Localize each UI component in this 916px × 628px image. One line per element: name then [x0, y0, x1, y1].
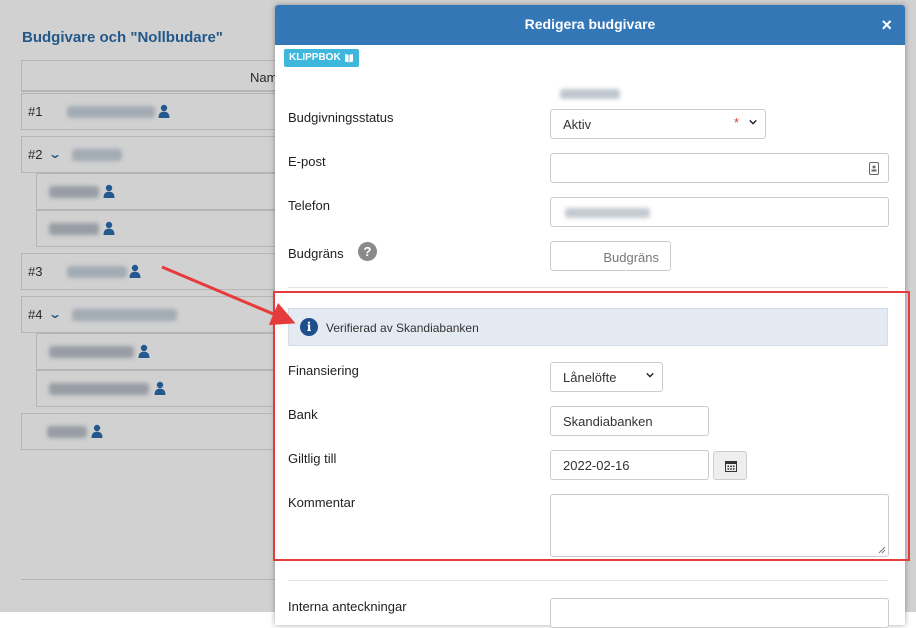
edit-bidder-modal: Redigera budgivare × KLIPPBOK Budgivning…: [275, 5, 905, 628]
question-icon[interactable]: ?: [358, 242, 377, 261]
chevron-down-icon: [749, 119, 757, 125]
valid-until-field[interactable]: 2022-02-16: [550, 450, 709, 480]
verification-text: Verifierad av Skandiabanken: [326, 321, 479, 335]
financing-label: Finansiering: [288, 363, 359, 378]
calendar-icon: [725, 461, 737, 472]
bid-limit-label: Budgräns: [288, 246, 344, 261]
email-field[interactable]: [550, 153, 889, 183]
valid-until-label: Giltlig till: [288, 451, 337, 466]
required-marker: *: [733, 115, 739, 130]
phone-label: Telefon: [288, 198, 330, 213]
financing-value: Lånelöfte: [563, 370, 617, 385]
blurred-bidder-name: [560, 89, 620, 99]
calendar-button[interactable]: [713, 451, 747, 480]
contact-card-icon[interactable]: [869, 162, 879, 175]
blurred-phone: [565, 208, 650, 218]
financing-select[interactable]: Lånelöfte: [550, 362, 663, 392]
resize-handle[interactable]: [878, 546, 886, 554]
modal-title: Redigera budgivare: [524, 16, 656, 32]
bank-field[interactable]: Skandiabanken: [550, 406, 709, 436]
bid-limit-field[interactable]: Budgräns: [550, 241, 671, 271]
close-icon[interactable]: ×: [881, 15, 892, 35]
bank-value: Skandiabanken: [563, 414, 653, 429]
modal-header: Redigera budgivare ×: [275, 5, 905, 45]
clipboard-button[interactable]: KLIPPBOK: [284, 49, 359, 67]
comment-label: Kommentar: [288, 495, 356, 510]
phone-field[interactable]: [550, 197, 889, 227]
chevron-down-icon: [646, 372, 654, 378]
status-value: Aktiv: [563, 117, 592, 132]
status-label: Budgivningsstatus: [288, 110, 394, 125]
divider: [288, 580, 888, 581]
comment-textarea[interactable]: [550, 494, 889, 557]
valid-until-value: 2022-02-16: [563, 458, 630, 473]
divider: [288, 287, 888, 288]
bank-label: Bank: [288, 407, 318, 422]
bid-limit-placeholder: Budgräns: [603, 250, 659, 265]
internal-notes-field[interactable]: [550, 598, 889, 628]
email-label: E-post: [288, 154, 326, 169]
status-select[interactable]: Aktiv *: [550, 109, 766, 139]
clipboard-label: KLIPPBOK: [289, 52, 341, 63]
verification-info-box: i Verifierad av Skandiabanken: [288, 308, 888, 346]
info-icon: i: [300, 318, 318, 336]
book-icon: [344, 54, 353, 63]
